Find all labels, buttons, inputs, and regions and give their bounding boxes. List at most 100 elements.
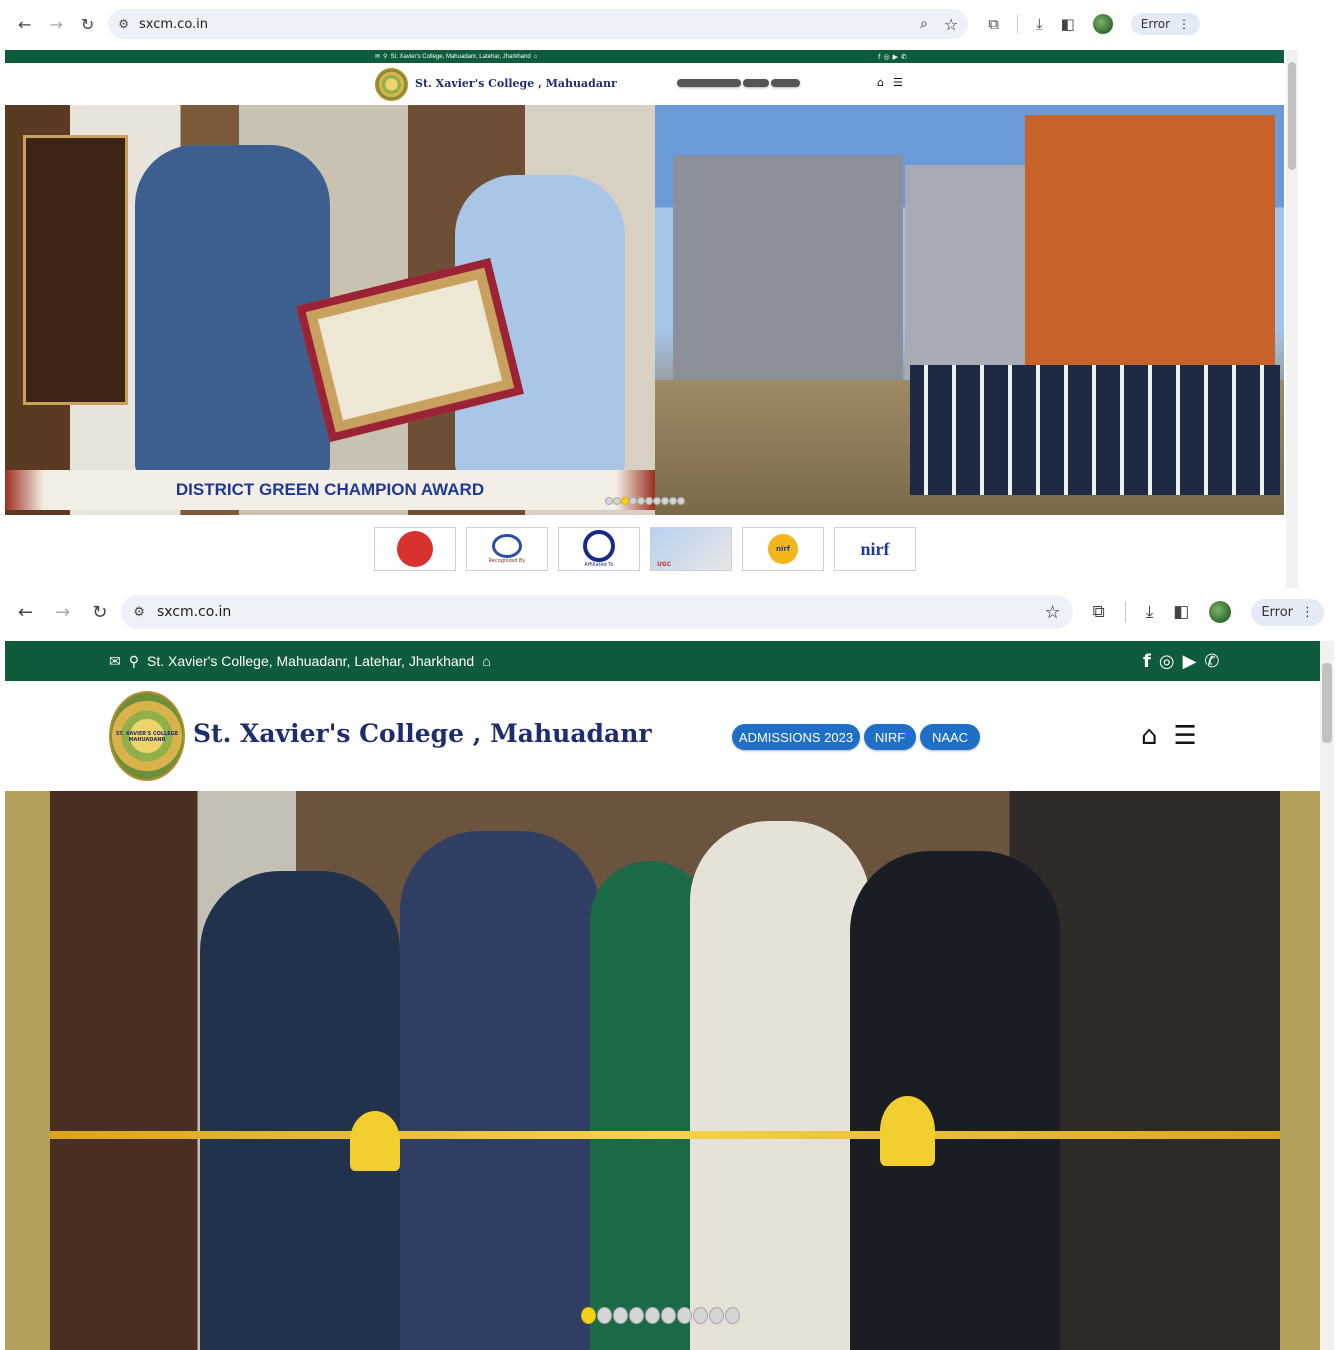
download-icon[interactable]: ⤓ <box>1146 602 1154 622</box>
instagram-icon[interactable]: ◎ <box>883 53 889 61</box>
slider-dot[interactable] <box>613 1307 628 1324</box>
aicte-label: Recognized By <box>488 558 526 564</box>
error-button[interactable]: Error ⋮ <box>1251 598 1324 626</box>
kebab-menu-icon: ⋮ <box>1301 604 1314 620</box>
gov-india-icon[interactable] <box>374 527 456 571</box>
bookmark-star-icon[interactable]: ☆ <box>1044 602 1060 623</box>
envelope-icon[interactable]: ✉ <box>375 53 380 60</box>
hamburger-menu-icon[interactable]: ☰ <box>893 76 903 89</box>
pill-nirf[interactable] <box>743 79 769 87</box>
home-small-icon[interactable]: ⌂ <box>534 54 538 60</box>
page-scrollbar[interactable] <box>1320 641 1334 1350</box>
site-header: ST. XAVIER'S COLLEGE MAHUADANR St. Xavie… <box>5 681 1320 791</box>
hamburger-menu-icon[interactable]: ☰ <box>1174 721 1197 751</box>
facebook-icon[interactable]: f <box>878 53 880 61</box>
pill-admissions[interactable]: ADMISSIONS 2023 <box>732 724 860 750</box>
aicte-icon[interactable]: Recognized By <box>466 527 548 571</box>
forward-icon[interactable]: → <box>49 15 62 34</box>
pill-admissions[interactable] <box>677 79 741 87</box>
college-logo[interactable] <box>375 68 408 101</box>
profile-avatar[interactable] <box>1092 14 1113 34</box>
college-logo[interactable]: ST. XAVIER'S COLLEGE MAHUADANR <box>109 691 185 781</box>
slider-dot[interactable] <box>637 497 645 505</box>
nirf-award-icon[interactable]: nirf <box>742 527 824 571</box>
notice-board <box>23 135 128 405</box>
slider-dot[interactable] <box>669 497 677 505</box>
reload-icon[interactable]: ↻ <box>81 15 94 34</box>
slider-dot[interactable] <box>677 1307 692 1324</box>
ugc-icon[interactable]: UGC <box>650 527 732 571</box>
reload-icon[interactable]: ↻ <box>92 602 107 623</box>
slider-dot[interactable] <box>605 497 613 505</box>
pill-nirf[interactable]: NIRF <box>864 724 916 750</box>
extensions-icon[interactable]: ⧉ <box>1093 602 1105 622</box>
ribbon-bow-right <box>880 1096 935 1166</box>
bookmark-star-icon[interactable]: ☆ <box>944 15 958 34</box>
slider-dot[interactable] <box>661 1307 676 1324</box>
slider-dot[interactable] <box>645 497 653 505</box>
nav-pills <box>677 79 800 87</box>
slider-dot[interactable] <box>725 1307 740 1324</box>
university-label: Affiliated To <box>584 562 614 568</box>
scrollbar-thumb[interactable] <box>1322 663 1332 743</box>
person-5 <box>850 851 1060 1350</box>
pill-naac[interactable] <box>771 79 800 87</box>
error-label: Error <box>1261 604 1293 620</box>
sidepanel-icon[interactable]: ◧ <box>1061 15 1075 33</box>
home-icon[interactable]: ⌂ <box>1141 721 1158 751</box>
forward-icon[interactable]: → <box>55 602 70 623</box>
zoom-icon[interactable]: ⌕ <box>920 16 928 32</box>
pill-naac[interactable]: NAAC <box>920 724 980 750</box>
slider-dot[interactable] <box>629 1307 644 1324</box>
facebook-icon[interactable]: f <box>1143 651 1151 672</box>
extensions-icon[interactable]: ⧉ <box>988 15 999 33</box>
campus-building-right <box>1025 115 1275 380</box>
address-bar[interactable]: ⚙ sxcm.co.in ☆ <box>121 595 1073 629</box>
youtube-icon[interactable]: ▶ <box>1183 651 1197 672</box>
slider-dot[interactable] <box>677 497 685 505</box>
phone-icon[interactable]: ✆ <box>1204 651 1219 672</box>
hero-slide-ribbon-cutting <box>5 791 1320 1350</box>
award-caption: DISTRICT GREEN CHAMPION AWARD <box>175 480 485 499</box>
site-settings-icon[interactable]: ⚙ <box>118 17 129 31</box>
back-icon[interactable]: ← <box>18 602 33 623</box>
slider-dot[interactable] <box>629 497 637 505</box>
download-icon[interactable]: ⤓ <box>1036 15 1043 33</box>
home-small-icon[interactable]: ⌂ <box>482 653 490 669</box>
nav-pills: ADMISSIONS 2023 NIRF NAAC <box>732 724 980 750</box>
page-scrollbar[interactable] <box>1286 50 1298 588</box>
profile-avatar[interactable] <box>1209 601 1232 623</box>
campus-building-left <box>673 155 903 380</box>
address-bar[interactable]: ⚙ sxcm.co.in ⌕ ☆ <box>108 9 969 39</box>
location-pin-icon: ⚲ <box>383 54 388 60</box>
sidepanel-icon[interactable]: ◧ <box>1173 602 1189 622</box>
university-icon[interactable]: Affiliated To <box>558 527 640 571</box>
home-icon[interactable]: ⌂ <box>877 76 884 89</box>
nirf-icon[interactable]: nirf <box>834 527 916 571</box>
site-settings-icon[interactable]: ⚙ <box>133 605 145 620</box>
slider-dot[interactable] <box>693 1307 708 1324</box>
location-pin-icon: ⚲ <box>128 652 139 669</box>
error-button[interactable]: Error ⋮ <box>1130 13 1201 35</box>
screenshot-zoomed-out: ← → ↻ ⚙ sxcm.co.in ⌕ ☆ ⧉ ⤓ ◧ Error ⋮ ✉ ⚲… <box>0 0 1300 588</box>
phone-icon[interactable]: ✆ <box>901 53 907 61</box>
youtube-icon[interactable]: ▶ <box>893 53 898 61</box>
ugc-label: UGC <box>657 561 672 568</box>
slider-dot[interactable] <box>709 1307 724 1324</box>
instagram-icon[interactable]: ◎ <box>1159 651 1175 672</box>
slider-dot[interactable] <box>653 497 661 505</box>
slider-dot-active[interactable] <box>581 1307 596 1324</box>
slider-dot[interactable] <box>645 1307 660 1324</box>
slider-dot[interactable] <box>661 497 669 505</box>
slider-dot-active[interactable] <box>621 497 629 505</box>
scrollbar-thumb[interactable] <box>1288 62 1296 170</box>
college-name[interactable]: St. Xavier's College , Mahuadanr <box>193 719 652 748</box>
envelope-icon[interactable]: ✉ <box>109 653 121 670</box>
slider-dot[interactable] <box>613 497 621 505</box>
slider-dot[interactable] <box>597 1307 612 1324</box>
ribbon-bow-left <box>350 1111 400 1171</box>
college-name[interactable]: St. Xavier's College , Mahuadanr <box>415 77 617 90</box>
top-info-bar: ✉ ⚲ St. Xavier's College, Mahuadanr, Lat… <box>5 50 1284 63</box>
back-icon[interactable]: ← <box>18 15 31 34</box>
error-label: Error <box>1140 17 1171 31</box>
